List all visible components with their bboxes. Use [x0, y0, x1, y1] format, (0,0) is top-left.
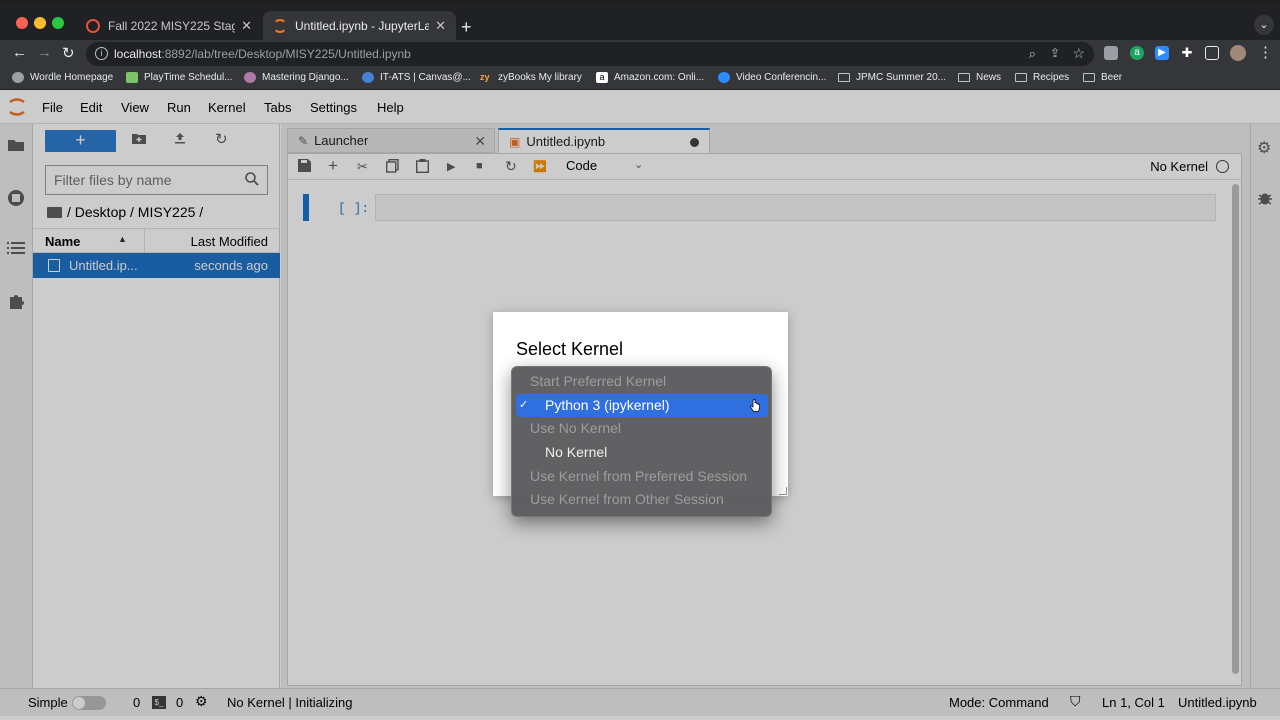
checkmark-icon: ✓ [519, 399, 529, 411]
close-tab-icon[interactable]: ✕ [241, 18, 252, 34]
browser-tab-staging-site[interactable]: Fall 2022 MISY225 Staging Site ✕ [76, 11, 262, 40]
option-group-start-preferred: Start Preferred Kernel [516, 370, 768, 393]
address-bar[interactable]: i localhost:8892/lab/tree/Desktop/MISY22… [86, 42, 1094, 66]
option-label: Use Kernel from Preferred Session [530, 468, 748, 484]
bookmark-label: zyBooks My library [498, 72, 582, 83]
bookmark-item[interactable]: Mastering Django... [244, 72, 349, 83]
back-arrow-icon[interactable]: ← [12, 44, 27, 61]
bookmark-item[interactable]: IT-ATS | Canvas@... [362, 72, 471, 83]
screen: Fall 2022 MISY225 Staging Site ✕ Untitle… [0, 0, 1280, 720]
bookmark-item[interactable]: a Amazon.com: Onli... [596, 72, 704, 83]
option-label: Use No Kernel [530, 420, 622, 436]
dialog-title: Select Kernel [516, 339, 624, 359]
folder-icon [958, 73, 970, 82]
reload-icon[interactable]: ↻ [62, 44, 75, 62]
option-group-preferred-session: Use Kernel from Preferred Session [516, 465, 768, 488]
option-label: Use Kernel from Other Session [530, 491, 724, 507]
bookmark-label: Wordle Homepage [30, 72, 114, 83]
folder-icon [1083, 73, 1095, 82]
extensions-puzzle-icon[interactable]: ✚ [1180, 46, 1194, 60]
browser-tab-jupyterlab[interactable]: Untitled.ipynb - JupyterLab ✕ [263, 11, 456, 40]
zoom-icon[interactable]: ⌕ [1029, 46, 1036, 62]
bookmark-label: PlayTime Schedul... [144, 72, 233, 83]
folder-icon [838, 73, 850, 82]
bookmark-label: Video Conferencin... [736, 72, 827, 83]
site-info-icon[interactable]: i [95, 47, 108, 60]
bookmark-folder[interactable]: JPMC Summer 20... [838, 72, 946, 83]
bookmark-label: Amazon.com: Onli... [614, 72, 705, 83]
bookmark-item[interactable]: Wordle Homepage [12, 72, 113, 83]
browser-tab-title: Untitled.ipynb - JupyterLab [295, 18, 430, 33]
new-tab-button[interactable]: + [461, 17, 472, 38]
canvas-favicon-icon [86, 18, 100, 33]
bookmark-item[interactable]: Video Conferencin... [718, 72, 826, 83]
zoom-video-icon [718, 72, 730, 83]
globe-icon [12, 72, 24, 83]
browser-menu-icon[interactable]: ⋮ [1258, 43, 1273, 61]
bookmark-item[interactable]: zy zyBooks My library [480, 72, 582, 83]
option-label: No Kernel [545, 444, 608, 460]
hand-pointer-cursor-icon [750, 399, 760, 412]
close-tab-icon[interactable]: ✕ [435, 18, 446, 34]
bookmark-label: Beer [1101, 72, 1123, 83]
bookmark-label: Recipes [1033, 72, 1070, 83]
side-panel-icon[interactable] [1205, 46, 1219, 60]
zybooks-icon: zy [480, 72, 490, 82]
extension-zoom-icon[interactable]: ▶ [1155, 46, 1169, 60]
option-group-other-session: Use Kernel from Other Session [516, 488, 768, 511]
share-icon[interactable]: ⇪ [1050, 46, 1060, 60]
bookmark-label: IT-ATS | Canvas@... [380, 72, 471, 83]
option-label: Start Preferred Kernel [530, 373, 667, 389]
bookmark-label: News [976, 72, 1002, 83]
extension-grammarly-icon[interactable]: a [1130, 46, 1144, 60]
option-label: Python 3 (ipykernel) [545, 397, 670, 413]
folder-icon [1015, 73, 1027, 82]
option-group-use-no-kernel: Use No Kernel [516, 417, 768, 440]
jupyter-favicon-icon [273, 18, 287, 33]
browser-toolbar: ← → ↻ i localhost:8892/lab/tree/Desktop/… [0, 40, 1280, 67]
bookmark-folder[interactable]: Recipes [1015, 72, 1069, 83]
resize-grip-icon[interactable] [779, 487, 787, 495]
tab-search-chevron-icon[interactable]: ⌄ [1254, 15, 1274, 35]
bookmark-label: Mastering Django... [262, 72, 349, 83]
forward-arrow-icon[interactable]: → [37, 44, 52, 61]
playtime-icon [126, 72, 138, 83]
bookmark-folder[interactable]: News [958, 72, 1001, 83]
close-window-button[interactable] [16, 17, 28, 29]
django-icon [244, 72, 256, 83]
minimize-window-button[interactable] [34, 17, 46, 29]
browser-tab-strip: Fall 2022 MISY225 Staging Site ✕ Untitle… [0, 5, 1280, 40]
maximize-window-button[interactable] [52, 17, 64, 29]
bookmarks-bar: Wordle Homepage PlayTime Schedul... Mast… [0, 67, 1280, 90]
amazon-icon: a [596, 72, 608, 83]
bookmark-star-icon[interactable]: ☆ [1072, 45, 1085, 62]
kernel-select-dropdown: Start Preferred Kernel ✓ Python 3 (ipyker… [511, 366, 772, 517]
option-python3-ipykernel[interactable]: ✓ Python 3 (ipykernel) [516, 394, 768, 417]
bookmark-folder[interactable]: Beer [1083, 72, 1122, 83]
profile-avatar[interactable] [1230, 45, 1246, 61]
bookmark-item[interactable]: PlayTime Schedul... [126, 72, 233, 83]
option-no-kernel[interactable]: No Kernel [516, 441, 768, 464]
extension-cube-icon[interactable] [1104, 46, 1118, 60]
bookmark-label: JPMC Summer 20... [856, 72, 947, 83]
canvas-icon [362, 72, 374, 83]
url-text: localhost:8892/lab/tree/Desktop/MISY225/… [114, 47, 411, 61]
browser-tab-title: Fall 2022 MISY225 Staging Site [108, 18, 236, 33]
